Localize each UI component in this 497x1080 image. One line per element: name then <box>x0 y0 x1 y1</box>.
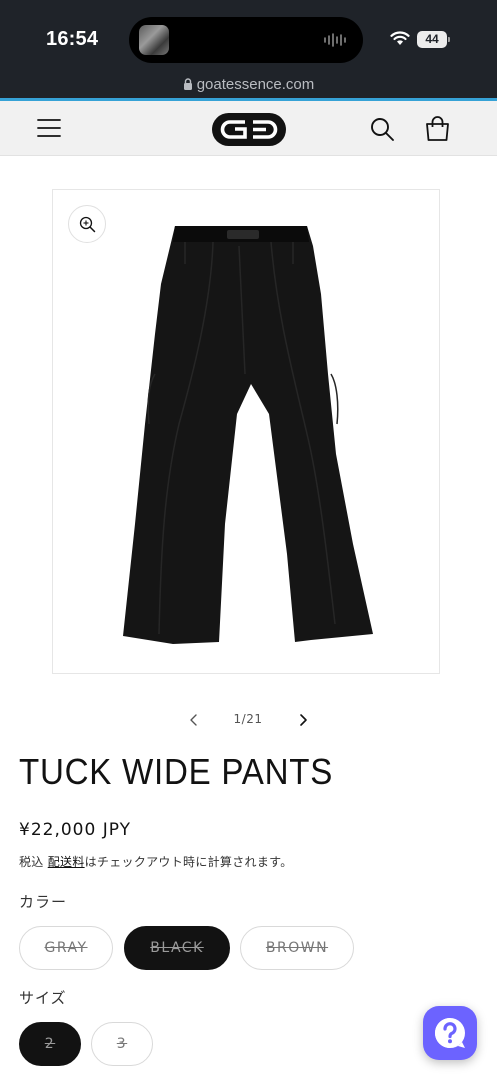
menu-icon[interactable] <box>37 117 61 139</box>
product-title: TUCK WIDE PANTS <box>19 751 334 792</box>
wifi-icon <box>390 31 410 45</box>
product-image-frame[interactable] <box>52 189 440 674</box>
tax-shipping-note: 税込 配送料はチェックアウト時に計算されます。 <box>19 853 293 870</box>
tax-prefix: 税込 <box>19 855 48 869</box>
help-chat-button[interactable] <box>423 1006 477 1060</box>
url-bar[interactable]: goatessence.com <box>0 76 497 93</box>
url-text: goatessence.com <box>196 76 315 93</box>
color-option-label: カラー <box>19 893 68 911</box>
size-pill-2[interactable]: 2 <box>19 1022 81 1066</box>
color-pill-brown[interactable]: BROWN <box>240 926 354 970</box>
color-pill-black[interactable]: BLACK <box>124 926 230 970</box>
chevron-left-icon[interactable] <box>183 709 205 731</box>
shipping-link[interactable]: 配送料 <box>48 855 85 869</box>
battery-indicator: 44 <box>417 31 450 48</box>
zoom-button[interactable] <box>68 205 106 243</box>
dynamic-island <box>129 17 363 63</box>
lock-icon <box>183 78 192 90</box>
status-bar: 16:54 44 goatessence.com <box>0 0 497 101</box>
product-price: ¥22,000 JPY <box>19 820 131 840</box>
cart-icon[interactable] <box>424 115 451 142</box>
logo-icon[interactable] <box>211 112 287 147</box>
zoom-icon <box>79 216 96 233</box>
tax-suffix: はチェックアウト時に計算されます。 <box>84 855 293 869</box>
size-pill-3[interactable]: 3 <box>91 1022 153 1066</box>
chevron-right-icon[interactable] <box>292 709 314 731</box>
status-time: 16:54 <box>46 28 99 50</box>
product-photo-pants <box>123 226 373 644</box>
color-pill-gray[interactable]: GRAY <box>19 926 113 970</box>
help-question-icon <box>435 1018 465 1049</box>
now-playing-thumbnail <box>139 25 169 55</box>
audio-wave-icon <box>324 33 346 47</box>
search-icon[interactable] <box>370 117 395 142</box>
site-header <box>0 101 497 156</box>
gallery-page-counter: 1/21 <box>233 712 263 726</box>
size-option-label: サイズ <box>19 989 67 1007</box>
